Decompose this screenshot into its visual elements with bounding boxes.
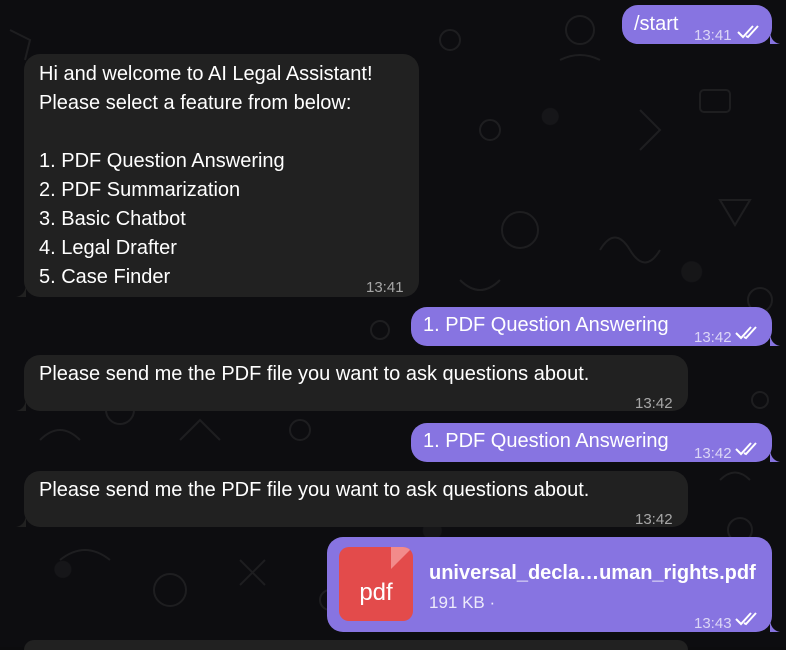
double-check-icon: [737, 25, 759, 39]
outgoing-message[interactable]: /start 13:41: [622, 5, 780, 44]
message-line: 5. Case Finder: [39, 266, 171, 288]
outgoing-message[interactable]: 1. PDF Question Answering 13:42: [411, 307, 780, 346]
bubble-tail: [770, 618, 780, 632]
message-time: 13:42: [635, 511, 673, 528]
pdf-file-icon[interactable]: pdf: [339, 547, 413, 621]
next-message-partial: [24, 640, 688, 650]
file-name[interactable]: universal_decla…uman_rights.pdf: [429, 559, 756, 588]
message-line: [39, 118, 373, 147]
message-line: Hi and welcome to AI Legal Assistant!: [39, 63, 373, 85]
message-time: 13:42: [694, 329, 732, 346]
incoming-message[interactable]: Please send me the PDF file you want to …: [16, 355, 688, 412]
message-text: Please send me the PDF file you want to …: [39, 363, 590, 385]
outgoing-message[interactable]: 1. PDF Question Answering 13:42: [411, 423, 780, 462]
double-check-icon: [735, 326, 757, 340]
message-line: 2. PDF Summarization: [39, 179, 241, 201]
bubble-tail: [16, 513, 26, 527]
incoming-message[interactable]: Hi and welcome to AI Legal Assistant! Pl…: [16, 54, 419, 297]
message-time: 13:41: [694, 27, 732, 44]
incoming-message[interactable]: Please send me the PDF file you want to …: [16, 471, 688, 528]
file-size: 191 KB ·: [429, 593, 496, 612]
double-check-icon: [735, 612, 757, 626]
bubble-tail: [770, 448, 780, 462]
bubble-tail: [16, 283, 26, 297]
file-type-label: pdf: [359, 579, 393, 606]
message-text: 1. PDF Question Answering: [423, 430, 669, 452]
message-line: 3. Basic Chatbot: [39, 208, 186, 230]
bubble-tail: [16, 397, 26, 411]
message-body: Hi and welcome to AI Legal Assistant! Pl…: [39, 60, 373, 292]
message-text: /start: [634, 13, 679, 35]
message-time: 13:42: [635, 395, 673, 412]
message-text: 1. PDF Question Answering: [423, 314, 669, 336]
message-text: Please send me the PDF file you want to …: [39, 479, 590, 501]
outgoing-file-message[interactable]: pdf universal_decla…uman_rights.pdf 191 …: [327, 537, 780, 632]
message-time: 13:43: [694, 615, 732, 632]
message-time: 13:41: [366, 279, 404, 296]
message-line: 4. Legal Drafter: [39, 237, 177, 259]
bubble-tail: [770, 332, 780, 346]
bubble-tail: [770, 30, 780, 44]
message-time: 13:42: [694, 445, 732, 462]
double-check-icon: [735, 442, 757, 456]
message-line: 1. PDF Question Answering: [39, 150, 285, 172]
message-line: Please select a feature from below:: [39, 92, 352, 114]
